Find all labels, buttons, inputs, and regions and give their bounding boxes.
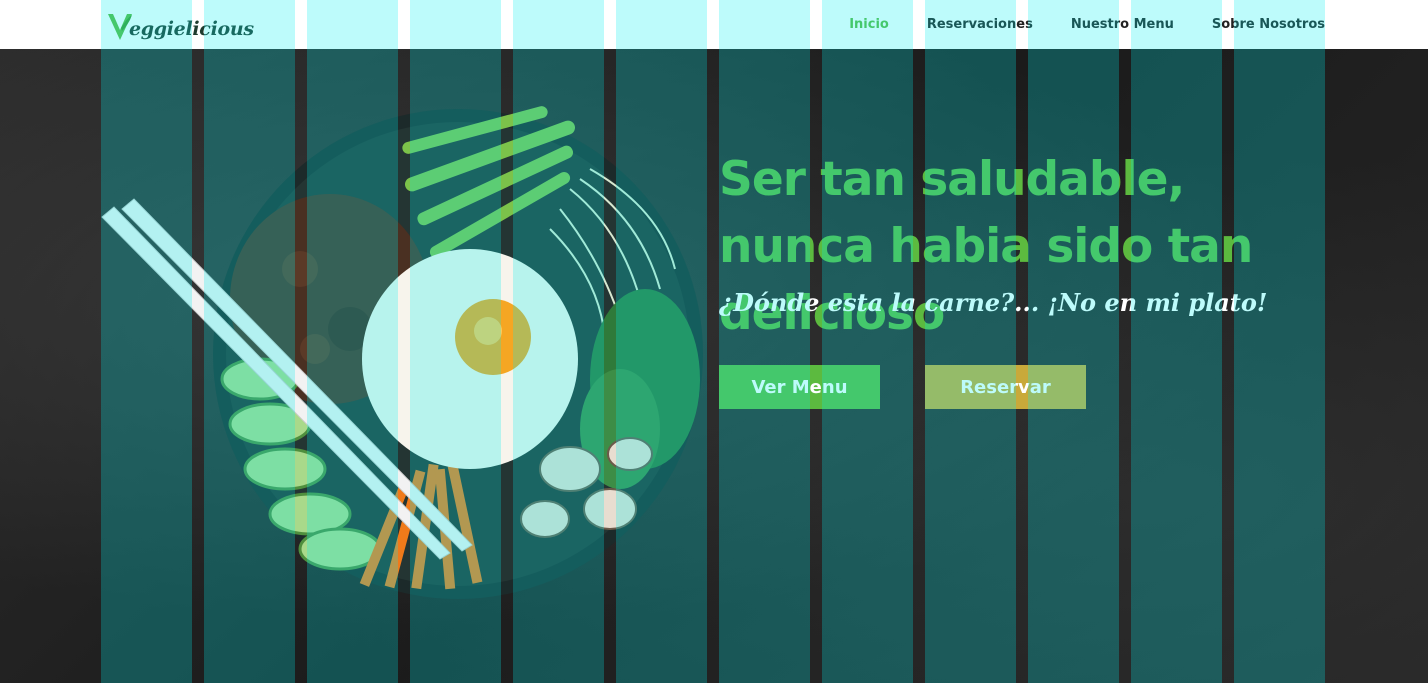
logo[interactable]: eggielicious xyxy=(107,8,254,42)
logo-text: eggielicious xyxy=(129,18,254,40)
hero-tagline: ¿Dónde esta la carne?... ¡No en mi plato… xyxy=(719,288,1268,317)
nav-item-sobre-nosotros[interactable]: Sobre Nosotros xyxy=(1212,17,1325,32)
ver-menu-button[interactable]: Ver Menu xyxy=(719,365,880,409)
nav-item-inicio[interactable]: Inicio xyxy=(849,17,889,32)
reservar-button[interactable]: Reservar xyxy=(925,365,1086,409)
nav-item-nuestro-menu[interactable]: Nuestro Menu xyxy=(1071,17,1174,32)
bibimbap-bowl-image xyxy=(100,69,710,629)
main-nav: Inicio Reservaciones Nuestro Menu Sobre … xyxy=(811,0,1325,49)
hero-section: Ser tan saludable, nunca habia sido tan … xyxy=(0,49,1428,683)
site-header: eggielicious Inicio Reservaciones Nuestr… xyxy=(0,0,1428,49)
nav-item-reservaciones[interactable]: Reservaciones xyxy=(927,17,1033,32)
